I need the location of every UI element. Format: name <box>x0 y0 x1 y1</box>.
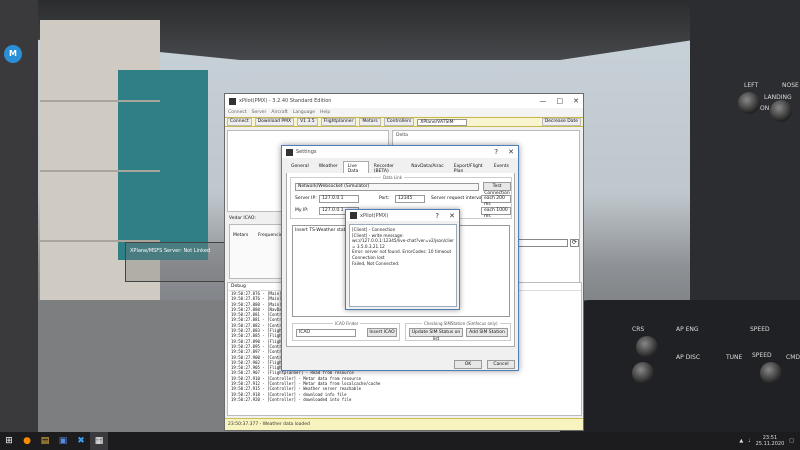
icao-field[interactable]: ICAO <box>296 329 356 337</box>
mcp-label-cmd: CMD <box>786 354 800 361</box>
left-label: LEFT <box>744 82 759 89</box>
app-icon <box>229 97 236 105</box>
message-app-icon <box>350 212 357 219</box>
sim-connection-overlay: XPlane/MSFS Server: Not Linked <box>125 242 235 282</box>
ok-button[interactable]: OK <box>454 360 482 369</box>
cockpit-pillar-left <box>0 0 38 432</box>
controllers-button[interactable]: Controllers <box>383 118 415 126</box>
menu-item[interactable]: Server <box>252 110 267 115</box>
close-icon[interactable]: ✕ <box>508 148 514 156</box>
clock-date: 25.11.2020 <box>755 441 785 447</box>
icao-group: ICAO Finder ICAO Insert ICAO <box>292 321 400 341</box>
xpilot-app-icon[interactable]: ▦ <box>90 432 108 450</box>
sim-station-title: Checking SIMStation (Simfocus only) <box>422 321 500 326</box>
file-explorer-icon[interactable]: ▤ <box>36 432 54 450</box>
help-icon[interactable]: ? <box>435 212 439 220</box>
clock[interactable]: 23:51 25.11.2020 <box>756 435 785 447</box>
my-ip-label: My IP: <box>295 208 309 213</box>
message-titlebar: xPilot(PMX) ? ✕ <box>346 210 459 221</box>
insert-icao-button[interactable]: Insert ICAO <box>367 328 397 337</box>
decrease-date-button[interactable]: Decrease Date <box>541 118 581 126</box>
message-text-area: [Client] - Connection [Client] - write m… <box>349 224 457 307</box>
menu-bar: Connect Server Aircraft Language Help <box>225 108 583 116</box>
mcp-label-ap-eng: AP ENG <box>676 326 699 333</box>
update-sim-status-button[interactable]: Update SIM Status on list <box>409 328 463 342</box>
interval-label: Server request interval: <box>431 196 485 201</box>
port-field[interactable]: 12345 <box>395 195 425 203</box>
help-icon[interactable]: ? <box>494 148 498 156</box>
message-title: xPilot(PMX) <box>360 212 389 219</box>
notification-icon[interactable]: □ <box>789 438 794 444</box>
version-button[interactable]: V1 3.5 <box>297 118 318 126</box>
crs-knob-2-icon[interactable] <box>632 362 654 384</box>
crs-knob-icon[interactable] <box>636 336 658 358</box>
port-label: Port: <box>379 196 390 201</box>
maximize-icon[interactable]: □ <box>557 97 564 105</box>
metar-col-header: Metars <box>233 233 249 238</box>
log-line: 19:50:27.920 - [Controller] - downloaded… <box>231 396 352 402</box>
speed-knob-icon[interactable] <box>760 362 782 384</box>
menu-item[interactable]: Help <box>320 110 330 115</box>
nose-label: NOSE <box>782 82 799 89</box>
status-bar: 23:50:37.377 - Weather data loaded <box>225 418 583 430</box>
settings-titlebar: Settings ? ✕ <box>282 146 518 158</box>
download-pmx-button[interactable]: Download PMX <box>254 118 295 126</box>
server-ip-field[interactable]: 127.0.0.1 <box>319 195 359 203</box>
menu-item[interactable]: Aircraft <box>271 110 287 115</box>
message-dialog: xPilot(PMX) ? ✕ [Client] - Connection [C… <box>345 209 460 310</box>
mcp-label-speed: SPEED <box>750 326 770 333</box>
close-icon[interactable]: ✕ <box>573 97 579 105</box>
windows-taskbar: ⊞ ● ▤ ▣ ✖ ▦ ▲ ♩ 23:51 25.11.2020 □ <box>0 432 800 450</box>
settings-title: Settings <box>296 149 317 155</box>
mcp-label-ap-disc: AP DISC <box>676 354 701 361</box>
network-icon[interactable]: ▲ <box>739 438 743 444</box>
sim-station-group: Checking SIMStation (Simfocus only) Upda… <box>405 321 511 342</box>
connect-button[interactable]: Connect <box>227 118 252 126</box>
server-select[interactable]: XPlane/VATSIM <box>417 118 468 126</box>
mcp-label-tune: TUNE <box>726 354 743 361</box>
test-connection-button[interactable]: Test Connection <box>483 182 511 196</box>
settings-app-icon <box>286 148 293 156</box>
interval-field[interactable]: each 200 ms <box>481 195 511 207</box>
data-link-title: Data Link <box>381 175 405 180</box>
icao-label: Vedar ICAO: <box>229 216 256 221</box>
cancel-button[interactable]: Cancel <box>487 360 515 369</box>
windows-start-icon[interactable]: ⊞ <box>0 432 18 450</box>
sim-overlay-text: XPlane/MSFS Server: Not Linked <box>130 248 211 254</box>
info-label-delta: Delta <box>396 133 409 138</box>
refresh-icon[interactable]: ⟳ <box>570 239 579 247</box>
nose-light-switch-icon[interactable] <box>770 100 792 122</box>
landing-light-switch-icon[interactable] <box>738 92 760 114</box>
sim-sidebar-badge[interactable]: M <box>4 45 22 63</box>
icao-group-title: ICAO Finder <box>333 321 361 326</box>
save-disk-icon[interactable]: ▣ <box>54 432 72 450</box>
main-title: xPilot(PMX) - 3.2.40 Standard Edition <box>239 98 332 104</box>
source-select[interactable]: Network/Websocket (Simulator) <box>295 183 479 191</box>
system-tray: ▲ ♩ 23:51 25.11.2020 □ <box>739 435 800 447</box>
interval-field-2[interactable]: each 1000 ms <box>481 207 511 219</box>
add-sim-station-button[interactable]: Add SIM Station <box>466 328 508 337</box>
message-line: Failed, Not Connected. <box>352 260 400 266</box>
server-ip-label: Server IP: <box>295 196 317 201</box>
on-label: ON <box>760 105 770 112</box>
metars-button[interactable]: Metars <box>359 118 381 126</box>
visual-studio-icon[interactable]: ✖ <box>72 432 90 450</box>
mcp-label-speed-2: SPEED <box>752 352 772 359</box>
flightplanner-button[interactable]: Flightplanner <box>320 118 357 126</box>
menu-item[interactable]: Language <box>293 110 315 115</box>
volume-icon[interactable]: ♩ <box>748 438 750 444</box>
mcp-label-crs: CRS <box>632 326 645 333</box>
close-icon[interactable]: ✕ <box>449 212 455 220</box>
menu-item[interactable]: Connect <box>228 110 247 115</box>
minimize-icon[interactable]: — <box>540 97 547 105</box>
main-toolbar: Connect Download PMX V1 3.5 Flightplanne… <box>225 117 583 127</box>
main-titlebar: xPilot(PMX) - 3.2.40 Standard Edition — … <box>225 94 583 108</box>
message-line: ws://127.0.0.1:12345/live-chat?ver=v2/js… <box>352 238 454 244</box>
firefox-icon[interactable]: ● <box>18 432 36 450</box>
